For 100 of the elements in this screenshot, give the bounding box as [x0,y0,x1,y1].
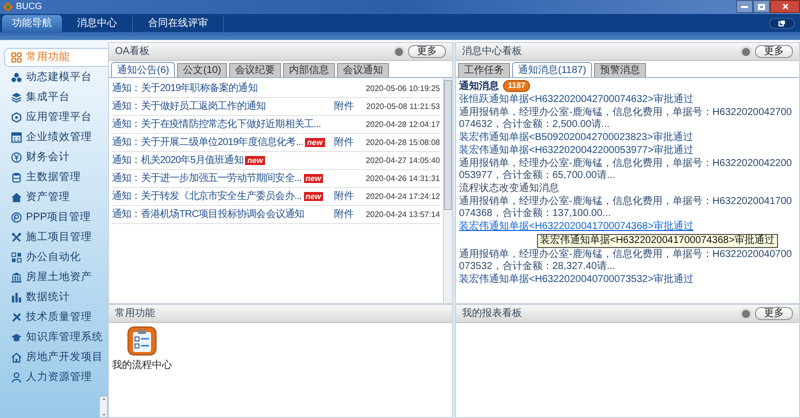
notice-time: 2020-04-24 13:57:14 [364,208,440,220]
graduation-cap-icon [11,332,22,343]
new-badge: new [304,138,325,147]
panel-tab[interactable]: 工作任务 [458,63,510,77]
attachment-link[interactable]: 附件 [334,189,356,204]
notice-link[interactable]: 通知：关于开展二级单位2019年度信息化考... [112,135,303,150]
notice-time: 2020-04-28 15:08:08 [364,136,440,148]
sidebar-item[interactable]: 房地产开发项目 [4,348,108,367]
cubes-icon [11,72,22,83]
section-heading: 通知消息 [459,80,499,94]
message-link[interactable]: 装宏伟通知单据<H6322020041700074368>审批通过 [459,221,796,233]
close-button[interactable] [770,0,800,13]
more-button[interactable]: 更多 [755,45,793,58]
grid-icon [11,52,22,63]
panel-tab[interactable]: 公文(10) [177,63,228,77]
sidebar-item[interactable]: 企业绩效管理 [4,128,108,147]
calculator-icon [11,132,22,143]
nav-tab[interactable]: 功能导航 [2,15,62,32]
notice-link[interactable]: 通知：关于转发《北京市安全生产委员会办... [112,189,302,204]
close-icon [782,3,788,10]
message-link[interactable]: 装宏伟通知单据<H6322020040700073532>审批通过 [459,274,796,286]
message-text: 流程状态改变通知消息 [459,183,560,195]
message-link[interactable]: 装宏伟通知单据<B5092020042700023823>审批通过 [459,132,796,144]
panel-title: 我的报表看板 [462,306,522,321]
window-toggle-button[interactable] [769,18,795,29]
new-badge: new [304,174,324,183]
sidebar-item[interactable]: 集成平台 [4,88,108,107]
sidebar-item[interactable]: 财务会计 [4,148,108,167]
message-text: 通用报销单，经理办公室-鹿海锰，信息化费用，单据号：H6322020040700073532，合计金额：28,327.40请... [459,249,793,273]
message-text: 通用报销单，经理办公室-鹿海锰，信息化费用，单据号：H6322020042700074632，合计金额：2,500.00请... [459,107,793,131]
sidebar-item[interactable]: 施工项目管理 [4,228,108,247]
bar-chart-icon [11,292,22,303]
more-button[interactable]: 更多 [408,45,446,58]
notice-time: 2020-04-26 14:31:31 [364,172,440,184]
notice-link[interactable]: 通知：机关2020年5月值班通知 [112,153,244,168]
message-link[interactable]: 装宏伟通知单据<H6322020042200053977>审批通过 [459,145,796,157]
person-icon [11,372,22,383]
sidebar-item[interactable]: 数据统计 [4,288,108,307]
notice-link[interactable]: 通知：关于在疫情防控常态化下做好近期相关工... [112,117,321,132]
sidebar-item[interactable]: 知识库管理系统 [4,328,108,347]
layers-icon [11,92,22,103]
scrollbar[interactable] [99,396,108,418]
scrollbar[interactable] [443,78,452,303]
count-badge: 1187 [503,80,530,92]
bank-icon [11,272,22,283]
window-title: BUCG [16,0,42,14]
window-icon [778,20,786,27]
sidebar-item[interactable]: PPP项目管理 [4,208,108,227]
hexagon-icon [11,112,22,123]
database-icon [11,172,22,183]
refresh-button[interactable] [393,46,405,58]
tooltip: 装宏伟通知单据<H6322020041700074368>审批通过 [537,234,778,248]
attachment-link[interactable]: 附件 [334,135,356,150]
panel-tab[interactable]: 预警消息 [594,63,646,77]
tools-icon [11,232,22,243]
more-button[interactable]: 更多 [755,307,793,320]
panel-tab[interactable]: 会议通知 [337,63,390,77]
notice-link[interactable]: 通知：关于进一步加强五一劳动节期间安全... [112,171,302,186]
panel-tab[interactable]: 通知公告(6) [111,62,176,77]
attachment-link[interactable]: 附件 [334,99,356,114]
up-arrow-icon [100,397,106,401]
restore-button[interactable] [753,0,770,13]
message-text: 通用报销单，经理办公室-鹿海锰，信息化费用，单据号：H6322020041700074368，合计金额：137,100.00... [459,196,793,220]
message-text: 通用报销单，经理办公室-鹿海锰，信息化费用，单据号：H6322020042200053977，合计金额：65,700.00请... [459,158,793,182]
notice-link[interactable]: 通知：关于做好员工返岗工作的通知 [112,99,266,114]
house-icon [11,352,22,363]
shortcut-item[interactable]: 我的流程中心 [112,326,172,373]
sidebar-item[interactable]: 人力资源管理 [4,368,108,387]
notice-time: 2020-04-28 12:04:17 [364,118,440,130]
panel-title: OA看板 [115,44,150,59]
notice-link[interactable]: 通知：关于2019年职称备案的通知 [112,81,258,96]
house-icon [11,192,22,203]
notice-time: 2020-04-27 14:05:40 [364,154,440,166]
sidebar-item[interactable]: 主数据管理 [4,168,108,187]
sidebar-item[interactable]: 房屋土地资产 [4,268,108,287]
sidebar-item[interactable]: 资产管理 [4,188,108,207]
notice-time: 2020-05-06 10:19:25 [364,82,440,94]
notice-time: 2020-04-24 17:24:12 [364,190,440,202]
notice-link[interactable]: 通知：香港机场TRC项目投标协调会会议通知 [112,207,304,222]
panel-tab[interactable]: 内部信息 [283,63,336,77]
panel-title: 常用功能 [115,306,155,321]
coin-icon [11,152,22,163]
message-link[interactable]: 张恒跃通知单据<H6322020042700074632>审批通过 [459,94,796,106]
new-badge: new [304,192,324,201]
panel-tab[interactable]: 通知消息(1187) [512,62,592,77]
clipboard-icon [127,326,157,356]
circle-icon [11,212,22,223]
refresh-button[interactable] [740,308,752,320]
notice-time: 2020-05-08 11:21:53 [365,100,440,112]
panel-tab[interactable]: 会议纪要 [229,63,282,77]
refresh-button[interactable] [740,46,752,58]
sidebar-item[interactable]: 动态建模平台 [4,68,108,87]
sidebar-item[interactable]: 技术质量管理 [4,308,108,327]
panel-title: 消息中心看板 [462,44,522,59]
sidebar-item[interactable]: 应用管理平台 [4,108,108,127]
sidebar-item[interactable]: 办公自动化 [4,248,108,267]
attachment-link[interactable]: 附件 [334,207,356,222]
minimize-button[interactable] [736,0,753,13]
diamond-logo-icon [3,2,13,12]
down-arrow-icon [100,413,106,417]
